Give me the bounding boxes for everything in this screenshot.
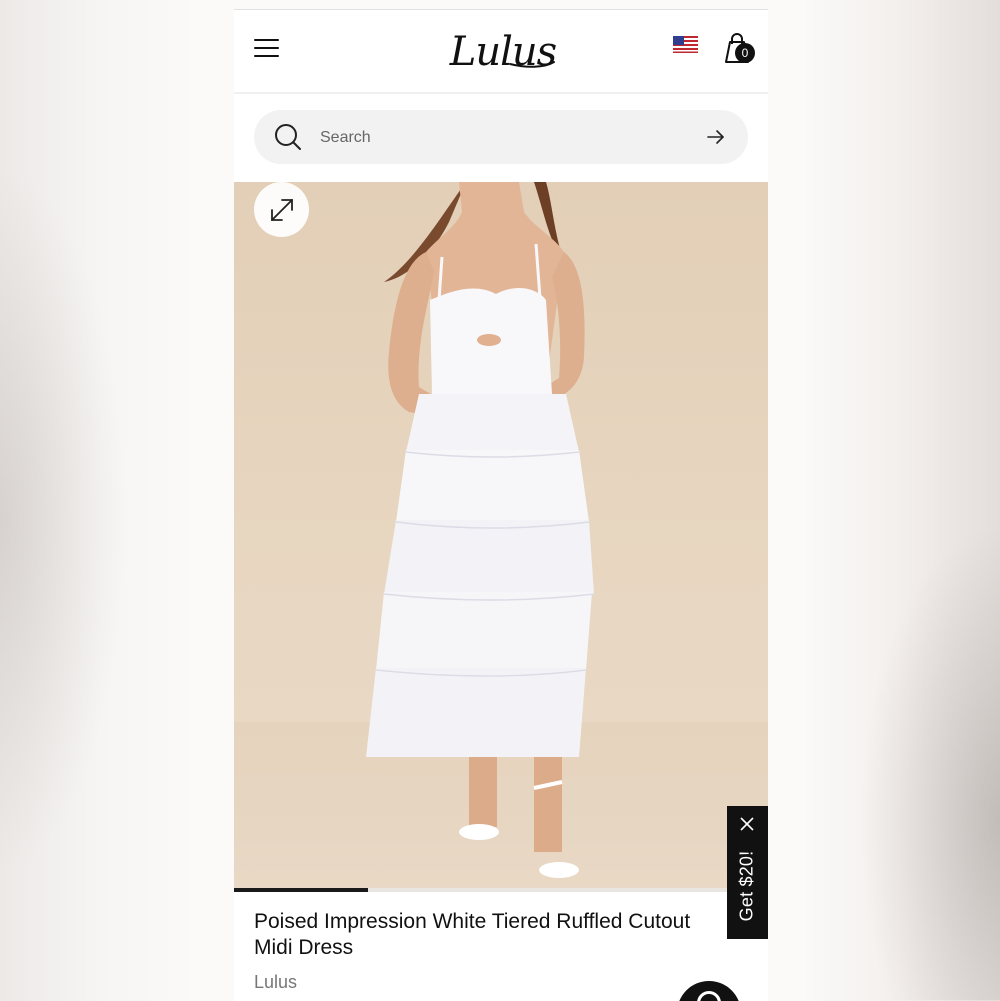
product-title: Poised Impression White Tiered Ruffled C…: [254, 910, 691, 959]
mobile-viewport: Lulus 0 Search Get $20! Poised Impressio…: [234, 9, 768, 1001]
model-photo: [366, 182, 595, 878]
search-section: [234, 94, 768, 182]
arrow-right-icon[interactable]: [706, 127, 726, 147]
cart-count-badge[interactable]: 0: [735, 43, 755, 63]
expand-image-button[interactable]: [254, 182, 309, 237]
promo-label: Get $20!: [736, 850, 757, 922]
gallery-progress-fill: [234, 888, 368, 892]
product-image[interactable]: [234, 182, 768, 888]
close-icon[interactable]: [739, 816, 755, 832]
us-flag-icon[interactable]: [673, 36, 698, 53]
search-icon[interactable]: [274, 123, 302, 151]
search-bar[interactable]: [254, 110, 748, 164]
site-logo[interactable]: Lulus: [448, 24, 558, 80]
product-brand[interactable]: Lulus: [254, 972, 297, 993]
search-input[interactable]: [318, 122, 682, 154]
gallery-progress-bar: [234, 888, 768, 892]
expand-icon: [271, 199, 293, 221]
menu-icon[interactable]: [254, 37, 280, 59]
logo-swash: [509, 61, 555, 68]
site-header: Lulus 0: [234, 10, 768, 94]
chat-button[interactable]: [677, 981, 741, 1001]
